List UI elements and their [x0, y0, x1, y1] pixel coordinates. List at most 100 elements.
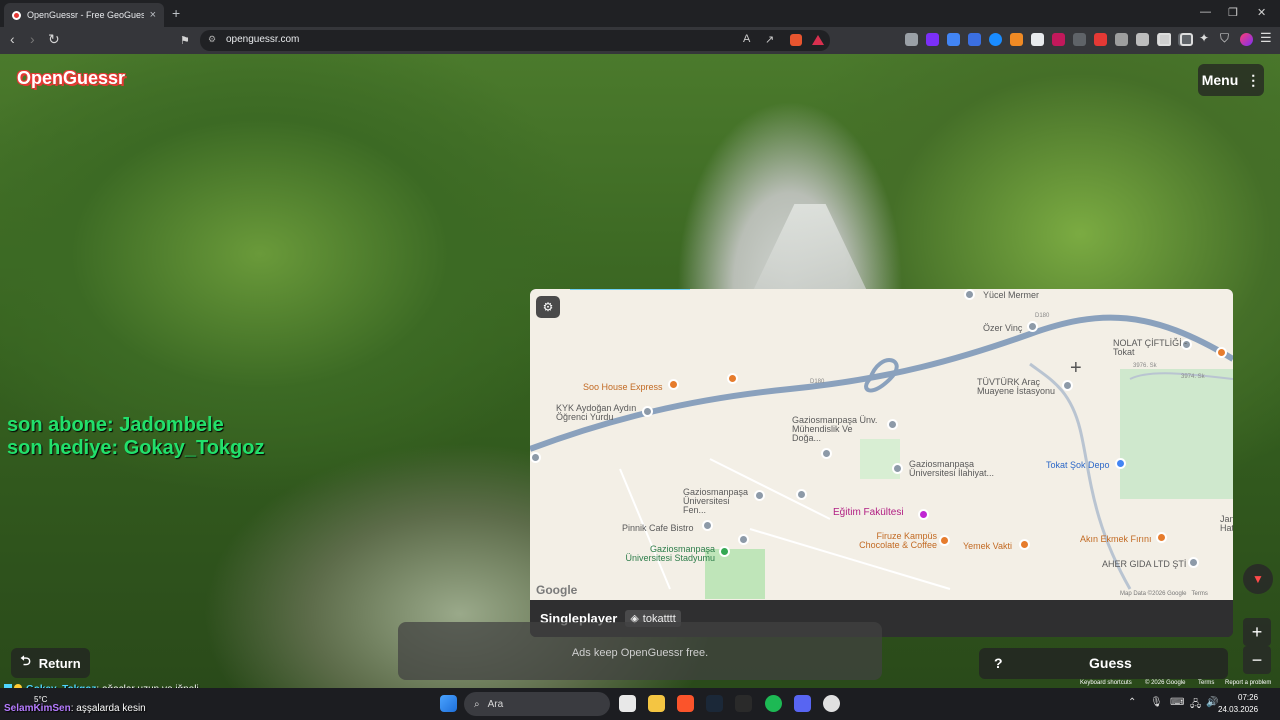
- forward-icon[interactable]: ›: [30, 31, 35, 47]
- chat-message: SelamKimSen: aşşalarda kesin: [4, 703, 146, 714]
- reload-icon[interactable]: ↻: [48, 31, 60, 48]
- discord-icon[interactable]: [794, 695, 811, 712]
- restaurant-pin-icon: [1216, 347, 1227, 358]
- maximize-button[interactable]: ❐: [1228, 6, 1238, 19]
- close-window-button[interactable]: ✕: [1257, 6, 1266, 19]
- minimize-button[interactable]: —: [1200, 6, 1211, 18]
- map-place-label: KYK Aydoğan Aydın Öğrenci Yurdu: [556, 403, 637, 422]
- steam-icon[interactable]: [706, 695, 723, 712]
- return-button[interactable]: ⮌ Return: [11, 648, 90, 678]
- return-label: Return: [38, 655, 81, 671]
- bookmark-icon[interactable]: ⚑: [180, 34, 190, 47]
- opera-favicon-icon: [12, 10, 21, 20]
- map-pin-icon: [1062, 380, 1073, 391]
- menu-label: Menu: [1201, 72, 1239, 88]
- report-problem-link[interactable]: Report a problem: [1225, 680, 1271, 686]
- extension-icon[interactable]: [1136, 33, 1149, 46]
- back-icon[interactable]: ‹: [10, 31, 15, 47]
- map-pin-icon: [738, 534, 749, 545]
- kebab-menu-icon: ⋮: [1246, 71, 1261, 88]
- map-data-attribution: Map Data ©2026 Google Terms: [1120, 591, 1208, 597]
- road-label: D180: [1035, 313, 1050, 319]
- compass-icon[interactable]: ▼: [1243, 564, 1273, 594]
- task-view-icon[interactable]: [619, 695, 636, 712]
- brave-shields-icon[interactable]: [790, 34, 802, 46]
- restaurant-pin-icon: [668, 379, 679, 390]
- url-text[interactable]: openguessr.com: [226, 34, 299, 45]
- extension-icon[interactable]: [1010, 33, 1023, 46]
- terms-link[interactable]: Terms: [1198, 680, 1214, 686]
- shop-pin-icon: [1115, 458, 1126, 469]
- extension-icon[interactable]: [1073, 33, 1086, 46]
- brave-browser-icon[interactable]: [677, 695, 694, 712]
- extension-icon[interactable]: [1094, 33, 1107, 46]
- zoom-out-button[interactable]: −: [1243, 646, 1271, 674]
- taskbar-search[interactable]: ⌕ Ara: [464, 692, 610, 716]
- site-info-icon[interactable]: ⚙: [208, 34, 216, 45]
- clock-date: 24.03.2026: [1218, 705, 1259, 714]
- search-placeholder: Ara: [487, 698, 504, 710]
- obs-icon[interactable]: [823, 695, 840, 712]
- map-place-label: Yücel Mermer: [983, 290, 1040, 300]
- map-pin-icon: [796, 489, 807, 500]
- map-pin-icon: [754, 490, 765, 501]
- keyboard-icon[interactable]: ⌨: [1170, 697, 1184, 708]
- volume-icon[interactable]: 🔊: [1206, 697, 1218, 708]
- extension-icon[interactable]: [926, 33, 939, 46]
- extension-icon[interactable]: [1031, 33, 1044, 46]
- wallet-icon[interactable]: [1180, 33, 1193, 46]
- new-tab-button[interactable]: +: [172, 5, 180, 21]
- file-explorer-icon[interactable]: [648, 695, 665, 712]
- map-place-label: AHER GIDA LTD ŞTİ: [1102, 559, 1187, 569]
- zoom-in-button[interactable]: +: [1243, 618, 1271, 646]
- profile-avatar[interactable]: [1240, 33, 1253, 46]
- microphone-icon[interactable]: 🎙: [1150, 697, 1163, 708]
- menu-button[interactable]: Menu ⋮: [1198, 64, 1264, 96]
- browser-toolbar: ‹ › ↻ ⚑ ⚙ openguessr.com A ↗ ✦ ⛉ ☰: [0, 27, 1280, 54]
- help-button[interactable]: ?: [994, 655, 1003, 671]
- cafe-pin-icon: [939, 535, 950, 546]
- extension-icon[interactable]: [968, 33, 981, 46]
- search-icon: ⌕: [474, 698, 480, 710]
- map-pin-icon: [964, 289, 975, 300]
- keyboard-shortcuts-link[interactable]: Keyboard shortcuts: [1080, 680, 1132, 686]
- address-bar[interactable]: ⚙ openguessr.com A ↗: [200, 30, 830, 51]
- tray-chevron-icon[interactable]: ⌃: [1128, 697, 1136, 708]
- browser-menu-icon[interactable]: ☰: [1260, 30, 1272, 46]
- map-settings-button[interactable]: ⚙: [536, 296, 560, 318]
- stream-overlay-last-subscriber: son abone: Jadombele: [7, 414, 224, 436]
- road-label: 3976. Sk: [1133, 363, 1157, 369]
- browser-tab[interactable]: OpenGuessr - Free GeoGuess ×: [4, 3, 164, 27]
- map-place-label: Gaziosmanpaşa Üniversitesi İlahiyat...: [909, 459, 995, 478]
- stadium-pin-icon: [719, 546, 730, 557]
- vpn-shield-icon[interactable]: ⛉: [1220, 31, 1229, 46]
- extension-icon[interactable]: [989, 33, 1002, 46]
- leo-ai-icon[interactable]: ✦: [1199, 31, 1209, 45]
- epic-games-icon[interactable]: [735, 695, 752, 712]
- openguessr-logo[interactable]: OpenGuessr: [17, 68, 125, 89]
- map-place-label: Gaziosmanpaşa Üniversitesi Stadyumu: [625, 544, 715, 563]
- brave-rewards-icon[interactable]: [812, 35, 824, 45]
- guess-map[interactable]: ⚙ + Yücel Mermer Özer Vinç NOLAT ÇİFTLİĞ…: [530, 289, 1233, 600]
- extension-icon[interactable]: [905, 33, 918, 46]
- guess-button[interactable]: Guess: [1089, 655, 1132, 671]
- road-label: D180: [810, 379, 825, 385]
- spotify-icon[interactable]: [765, 695, 782, 712]
- map-place-label: NOLAT ÇİFTLİĞİ - Tokat: [1113, 338, 1188, 357]
- extension-icon[interactable]: [1052, 33, 1065, 46]
- extension-icon[interactable]: [947, 33, 960, 46]
- sidebar-icon[interactable]: [1158, 33, 1171, 46]
- map-terms-link[interactable]: Terms: [1191, 591, 1207, 597]
- return-arrow-icon: ⮌: [20, 653, 31, 668]
- extension-icon[interactable]: [1115, 33, 1128, 46]
- share-icon[interactable]: ↗: [765, 33, 774, 46]
- map-pin-icon: [1027, 321, 1038, 332]
- taskbar-clock[interactable]: 07:26 24.03.2026: [1218, 692, 1258, 716]
- tab-close-icon[interactable]: ×: [150, 9, 156, 21]
- map-place-label: Özer Vinç: [983, 323, 1023, 333]
- translate-icon[interactable]: A: [743, 33, 750, 45]
- map-place-label: Eğitim Fakültesi: [833, 507, 904, 518]
- map-place-label: Gaziosmanpaşa Üniversitesi Fen...: [683, 487, 749, 515]
- network-icon[interactable]: 🖧: [1190, 697, 1201, 714]
- windows-start-icon[interactable]: [440, 695, 457, 712]
